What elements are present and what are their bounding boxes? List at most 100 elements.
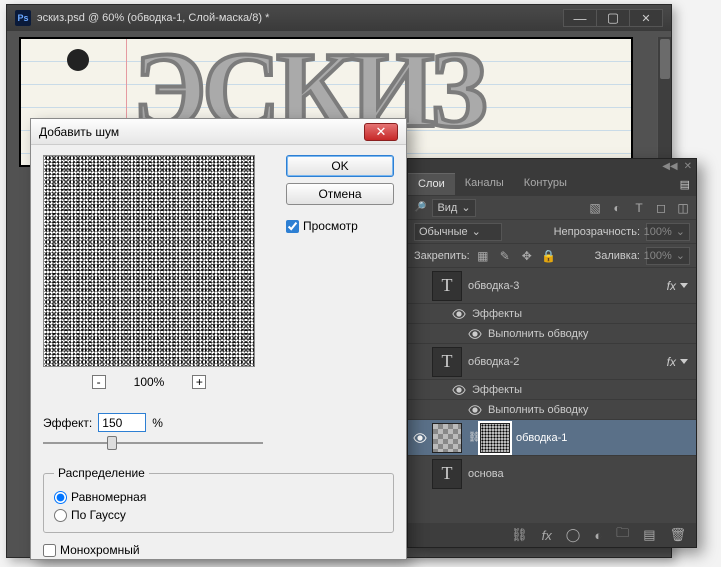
panel-docking-bar[interactable]: ◀◀✕ xyxy=(408,159,696,173)
amount-label: Эффект: xyxy=(43,416,92,430)
slider-thumb[interactable] xyxy=(107,436,117,450)
blend-mode-select[interactable]: Обычные ⌄ xyxy=(414,223,502,241)
effects-header[interactable]: Эффекты xyxy=(408,303,696,323)
stroke-effect-label: Выполнить обводку xyxy=(488,404,588,416)
preview-checkbox[interactable] xyxy=(286,220,299,233)
layer-name[interactable]: обводка-3 xyxy=(468,280,519,292)
dialog-close-button[interactable]: ✕ xyxy=(364,123,398,141)
cancel-button[interactable]: Отмена xyxy=(286,183,394,205)
effect-stroke[interactable]: Выполнить обводку xyxy=(408,399,696,419)
lock-all-icon[interactable]: 🔒 xyxy=(542,249,556,263)
ok-button[interactable]: OK xyxy=(286,155,394,177)
monochrome-label: Монохромный xyxy=(60,543,140,557)
layer-name[interactable]: обводка-1 xyxy=(516,432,567,444)
vertical-scrollbar[interactable] xyxy=(657,37,671,167)
maximize-button[interactable]: ▢ xyxy=(596,9,630,27)
uniform-label: Равномерная xyxy=(71,490,146,504)
filter-type-icon[interactable]: T xyxy=(632,201,646,215)
layer-thumb-text: T xyxy=(432,459,462,489)
fx-indicator[interactable]: fx xyxy=(667,279,688,293)
stroke-effect-label: Выполнить обводку xyxy=(488,328,588,340)
monochrome-row[interactable]: Монохромный xyxy=(43,543,394,557)
dialog-title: Добавить шум xyxy=(39,125,119,139)
minimize-button[interactable]: — xyxy=(563,9,597,27)
layer-filter-select[interactable]: Вид ⌄ xyxy=(432,199,475,217)
amount-slider[interactable] xyxy=(43,436,263,452)
lock-icons: ▦ ✎ ✥ 🔒 xyxy=(476,249,556,263)
layer-obvodka-3[interactable]: T обводка-3 fx xyxy=(408,267,696,303)
dialog-title-bar[interactable]: Добавить шум ✕ xyxy=(31,119,406,145)
add-style-icon[interactable]: fx xyxy=(542,528,552,543)
new-group-icon[interactable]: 🗀 xyxy=(616,524,629,546)
paper-hole xyxy=(67,49,89,71)
amount-input[interactable] xyxy=(98,413,146,432)
gaussian-label: По Гауссу xyxy=(71,508,126,522)
photoshop-icon: Ps xyxy=(15,10,31,26)
opacity-value: 100% xyxy=(644,226,672,238)
gaussian-radio-row[interactable]: По Гауссу xyxy=(54,508,383,522)
layers-footer: ⛓ fx ◯ ◐ 🗀 ▤ 🗑 xyxy=(408,523,696,547)
tab-channels[interactable]: Каналы xyxy=(455,173,514,195)
layer-name[interactable]: основа xyxy=(468,468,504,480)
preview-checkbox-row[interactable]: Просмотр xyxy=(286,219,394,233)
delete-layer-icon[interactable]: 🗑 xyxy=(669,527,686,543)
layer-osnova[interactable]: T основа xyxy=(408,455,696,491)
visibility-toggle[interactable] xyxy=(452,307,466,321)
visibility-toggle[interactable] xyxy=(452,383,466,397)
opacity-input[interactable]: 100%⌄ xyxy=(646,223,690,241)
visibility-toggle[interactable] xyxy=(468,403,482,417)
add-noise-dialog: Добавить шум ✕ - 100% + OK Отмена Просмо… xyxy=(30,118,407,560)
mask-link-icon[interactable]: ⛓ xyxy=(468,432,476,443)
layer-filter-icons: ▧ ◐ T ◻ ◫ xyxy=(588,201,690,215)
monochrome-checkbox[interactable] xyxy=(43,544,56,557)
layer-name[interactable]: обводка-2 xyxy=(468,356,519,368)
layer-mask-thumb[interactable] xyxy=(480,423,510,453)
gaussian-radio[interactable] xyxy=(54,509,67,522)
new-layer-icon[interactable]: ▤ xyxy=(643,527,655,543)
chevron-down-icon xyxy=(680,359,688,364)
chevron-down-icon xyxy=(680,283,688,288)
link-layers-icon[interactable]: ⛓ xyxy=(511,527,528,543)
effect-stroke[interactable]: Выполнить обводку xyxy=(408,323,696,343)
document-title-bar[interactable]: Ps эскиз.psd @ 60% (обводка-1, Слой-маск… xyxy=(7,5,671,31)
distribution-group: Распределение Равномерная По Гауссу xyxy=(43,466,394,533)
layer-obvodka-2[interactable]: T обводка-2 fx xyxy=(408,343,696,379)
layer-filter-label: Вид xyxy=(437,202,457,214)
visibility-toggle[interactable] xyxy=(408,431,432,445)
uniform-radio-row[interactable]: Равномерная xyxy=(54,490,383,504)
window-controls: — ▢ ✕ xyxy=(564,9,663,27)
add-mask-icon[interactable]: ◯ xyxy=(566,527,581,543)
lock-move-icon[interactable]: ✥ xyxy=(520,249,534,263)
layers-list: T обводка-3 fx Эффекты Выполнить обводку… xyxy=(408,267,696,507)
layer-thumb-text: T xyxy=(432,271,462,301)
panel-tabs: Слои Каналы Контуры ▤ xyxy=(408,173,696,195)
zoom-value: 100% xyxy=(134,375,165,389)
fill-label: Заливка: xyxy=(595,250,640,262)
layer-obvodka-1[interactable]: ⛓ обводка-1 xyxy=(408,419,696,455)
panel-menu-button[interactable]: ▤ xyxy=(674,173,696,195)
document-title: эскиз.psd @ 60% (обводка-1, Слой-маска/8… xyxy=(37,12,269,24)
layers-panel: ◀◀✕ Слои Каналы Контуры ▤ 🔎 Вид ⌄ ▧ ◐ T … xyxy=(407,158,697,548)
scrollbar-thumb[interactable] xyxy=(660,39,670,79)
preview-label: Просмотр xyxy=(303,219,358,233)
zoom-in-button[interactable]: + xyxy=(192,375,206,389)
tab-layers[interactable]: Слои xyxy=(408,173,455,195)
tab-paths[interactable]: Контуры xyxy=(514,173,577,195)
uniform-radio[interactable] xyxy=(54,491,67,504)
filter-pixel-icon[interactable]: ▧ xyxy=(588,201,602,215)
visibility-toggle[interactable] xyxy=(468,327,482,341)
filter-adjust-icon[interactable]: ◐ xyxy=(610,201,624,215)
zoom-out-button[interactable]: - xyxy=(92,375,106,389)
effects-header[interactable]: Эффекты xyxy=(408,379,696,399)
amount-row: Эффект: % xyxy=(43,413,394,432)
lock-transparent-icon[interactable]: ▦ xyxy=(476,249,490,263)
noise-preview[interactable] xyxy=(43,155,255,367)
fill-input[interactable]: 100%⌄ xyxy=(646,247,690,265)
lock-paint-icon[interactable]: ✎ xyxy=(498,249,512,263)
filter-shape-icon[interactable]: ◻ xyxy=(654,201,668,215)
fx-indicator[interactable]: fx xyxy=(667,355,688,369)
add-adjustment-icon[interactable]: ◐ xyxy=(594,528,602,543)
filter-smart-icon[interactable]: ◫ xyxy=(676,201,690,215)
close-window-button[interactable]: ✕ xyxy=(629,9,663,27)
blend-mode-value: Обычные xyxy=(419,226,468,238)
